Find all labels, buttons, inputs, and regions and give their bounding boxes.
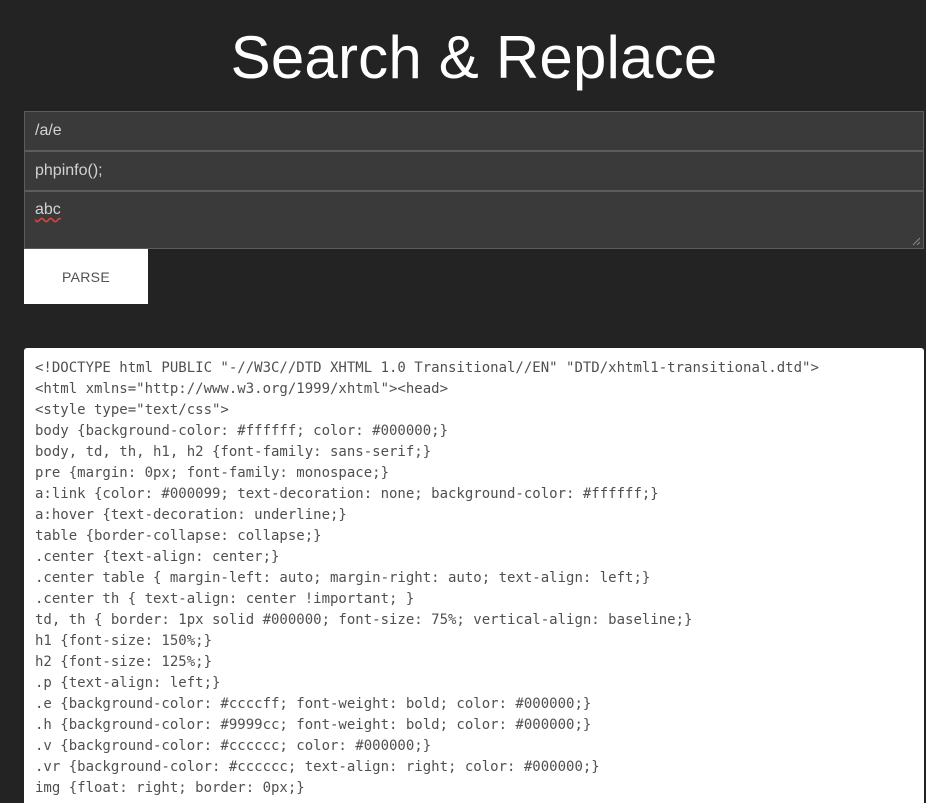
output-line: .v {background-color: #cccccc; color: #0… [35, 738, 432, 754]
output-line: .center table { margin-left: auto; margi… [35, 570, 651, 586]
output-line: h1 {font-size: 150%;} [35, 633, 213, 649]
subject-textarea[interactable]: abc [24, 191, 924, 249]
parse-button[interactable]: PARSE [24, 249, 148, 304]
output-line: td, th { border: 1px solid #000000; font… [35, 612, 693, 628]
output-line: .e {background-color: #ccccff; font-weig… [35, 696, 592, 712]
replacement-input[interactable]: phpinfo(); [24, 151, 924, 191]
subject-value: abc [35, 201, 61, 218]
output-line: .center {text-align: center;} [35, 549, 280, 565]
output-line: <style type="text/css"> [35, 402, 229, 418]
output-line: .center th { text-align: center !importa… [35, 591, 415, 607]
output-line: body {background-color: #ffffff; color: … [35, 423, 449, 439]
output-line: <!DOCTYPE html PUBLIC "-//W3C//DTD XHTML… [35, 360, 819, 376]
output-line: img {float: right; border: 0px;} [35, 780, 305, 796]
page-title: Search & Replace [230, 24, 718, 91]
search-pattern-value: /a/e [35, 122, 62, 139]
search-pattern-input[interactable]: /a/e [24, 111, 924, 151]
output-line: pre {margin: 0px; font-family: monospace… [35, 465, 390, 481]
output-line: .h {background-color: #9999cc; font-weig… [35, 717, 592, 733]
output-line: table {border-collapse: collapse;} [35, 528, 322, 544]
output-line: .vr {background-color: #cccccc; text-ali… [35, 759, 600, 775]
output-line: .p {text-align: left;} [35, 675, 221, 691]
output-line: h2 {font-size: 125%;} [35, 654, 213, 670]
output-panel: <!DOCTYPE html PUBLIC "-//W3C//DTD XHTML… [24, 348, 924, 803]
resize-grip-icon[interactable] [912, 237, 921, 246]
output-line: body, td, th, h1, h2 {font-family: sans-… [35, 444, 432, 460]
output-line: <html xmlns="http://www.w3.org/1999/xhtm… [35, 381, 449, 397]
output-line: a:link {color: #000099; text-decoration:… [35, 486, 659, 502]
output-line: a:hover {text-decoration: underline;} [35, 507, 347, 523]
output-code: <!DOCTYPE html PUBLIC "-//W3C//DTD XHTML… [35, 358, 913, 799]
replacement-value: phpinfo(); [35, 162, 103, 179]
